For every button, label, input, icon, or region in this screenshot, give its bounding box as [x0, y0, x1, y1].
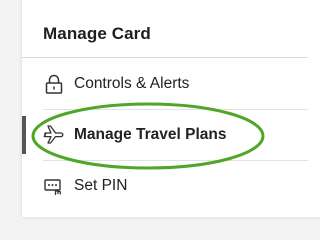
menu-item-set-pin[interactable]: Set PIN	[22, 161, 308, 211]
menu-item-manage-travel-plans[interactable]: Manage Travel Plans	[22, 110, 308, 160]
menu-item-label: Controls & Alerts	[74, 75, 190, 92]
airplane-icon	[43, 124, 65, 146]
manage-card-panel: Manage Card Controls & Alerts Manage Tra…	[22, 0, 320, 217]
active-indicator	[22, 116, 26, 154]
menu-item-controls-alerts[interactable]: Controls & Alerts	[22, 59, 308, 109]
card-title: Manage Card	[43, 24, 151, 43]
card-header: Manage Card	[22, 0, 308, 58]
menu-item-label: Manage Travel Plans	[74, 126, 227, 143]
menu-item-label: Set PIN	[74, 177, 128, 194]
lock-icon	[43, 73, 65, 95]
pin-keypad-icon	[43, 175, 65, 197]
